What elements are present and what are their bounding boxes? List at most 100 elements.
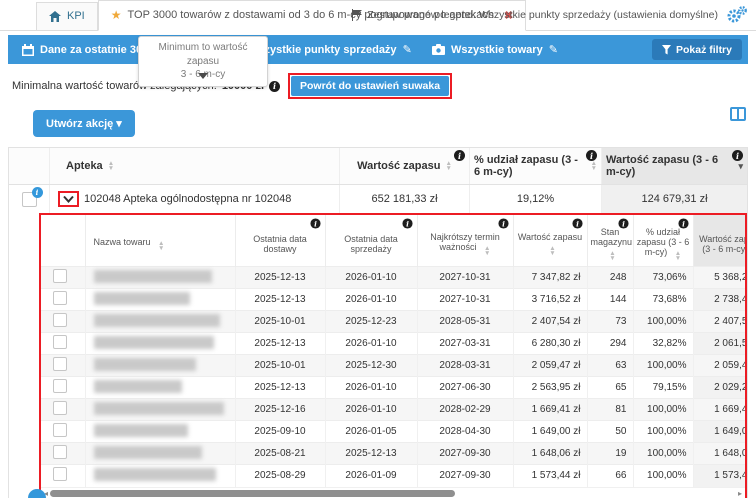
- col-stan-magazynu[interactable]: Stan magazynu ▲▼ i: [587, 215, 633, 267]
- col-apteka[interactable]: Apteka ▲▼: [49, 148, 339, 184]
- col-data-sprzedazy-label: Ostatnia data sprzedaży: [344, 234, 398, 254]
- row-checkbox-cell: [41, 311, 85, 333]
- products-label: Wszystkie towary: [451, 44, 543, 56]
- col-info-icon[interactable]: i: [586, 150, 597, 161]
- legend-thresholds: Zestaw progów legend: Wszystkie punkty s…: [351, 9, 718, 21]
- product-row[interactable]: 2025-10-01 2025-12-23 2028-05-31 2 407,5…: [41, 311, 745, 333]
- col-nazwa-towaru[interactable]: Nazwa towaru ▲▼: [85, 215, 235, 267]
- product-row[interactable]: 2025-12-16 2026-01-10 2028-02-29 1 669,4…: [41, 399, 745, 421]
- row-checkbox[interactable]: [53, 291, 67, 305]
- row-checkbox[interactable]: [53, 379, 67, 393]
- col-udzial-zapasu-label: % udział zapasu (3 - 6 m-cy): [474, 154, 586, 178]
- delivery-date: 2025-12-16: [235, 399, 325, 421]
- col-wartosc-zapasu-label: Wartość zapasu: [357, 160, 440, 172]
- stock-value-36: 2 061,50 zł: [693, 333, 745, 355]
- product-row[interactable]: 2025-12-13 2026-01-10 2027-10-31 3 716,5…: [41, 289, 745, 311]
- products-icon: [432, 44, 445, 55]
- stock-count: 81: [587, 399, 633, 421]
- scroll-right-icon[interactable]: ▸: [738, 490, 742, 498]
- col-info-icon[interactable]: i: [402, 218, 412, 228]
- stock-value: 1 649,00 zł: [513, 421, 587, 443]
- expiry-date: 2027-10-31: [417, 289, 513, 311]
- col-info-icon[interactable]: i: [732, 150, 743, 161]
- scrollbar-thumb[interactable]: [50, 490, 455, 497]
- settings-gears-icon[interactable]: [726, 5, 748, 25]
- stock-value-36: 2 059,47 zł: [693, 355, 745, 377]
- stock-value: 1 648,06 zł: [513, 443, 587, 465]
- product-name-cell: [85, 355, 235, 377]
- col-udzial-zapasu-label: % udział zapasu (3 - 6 m-cy): [637, 227, 690, 257]
- product-name-cell: [85, 465, 235, 487]
- chevron-down-icon[interactable]: [63, 195, 74, 203]
- row-checkbox[interactable]: [53, 467, 67, 481]
- row-info-badge[interactable]: i: [32, 187, 43, 198]
- edit-sales-points-icon[interactable]: ✎: [403, 43, 412, 56]
- product-name-redacted: [94, 468, 216, 481]
- sales-points-control[interactable]: Wszystkie punkty sprzedaży ✎: [248, 35, 412, 64]
- delivery-date: 2025-12-13: [235, 377, 325, 399]
- row-checkbox[interactable]: [53, 445, 67, 459]
- pharmacy-row[interactable]: i 102048 Apteka ogólnodostępna nr 102048…: [9, 185, 747, 213]
- products-control[interactable]: Wszystkie towary ✎: [432, 35, 558, 64]
- col-info-icon[interactable]: i: [572, 218, 582, 228]
- stock-value: 3 716,52 zł: [513, 289, 587, 311]
- col-info-icon[interactable]: i: [498, 218, 508, 228]
- show-filters-button[interactable]: Pokaż filtry: [652, 39, 742, 60]
- stock-value: 1 669,41 zł: [513, 399, 587, 421]
- flag-icon: [351, 9, 362, 21]
- row-checkbox[interactable]: [53, 269, 67, 283]
- product-row[interactable]: 2025-12-13 2026-01-10 2027-10-31 7 347,8…: [41, 267, 745, 289]
- product-row[interactable]: 2025-12-13 2026-01-10 2027-06-30 2 563,9…: [41, 377, 745, 399]
- pharmacy-checkbox[interactable]: i: [22, 192, 37, 207]
- col-data-sprzedazy[interactable]: Ostatnia data sprzedaży i: [325, 215, 417, 267]
- row-checkbox[interactable]: [53, 335, 67, 349]
- sort-icon: ▲▼: [158, 241, 164, 251]
- scrollbar-track[interactable]: [50, 490, 736, 497]
- row-checkbox[interactable]: [53, 401, 67, 415]
- legend-text: Zestaw progów legend: Wszystkie punkty s…: [367, 9, 718, 21]
- product-row[interactable]: 2025-12-13 2026-01-10 2027-03-31 6 280,3…: [41, 333, 745, 355]
- reset-slider-button[interactable]: Powrót do ustawień suwaka: [291, 76, 449, 96]
- column-settings-icon[interactable]: [730, 107, 746, 121]
- delivery-date: 2025-10-01: [235, 311, 325, 333]
- product-row[interactable]: 2025-09-10 2026-01-05 2028-04-30 1 649,0…: [41, 421, 745, 443]
- expiry-date: 2027-09-30: [417, 465, 513, 487]
- row-checkbox[interactable]: [53, 423, 67, 437]
- stock-value-36: 2 738,40 zł: [693, 289, 745, 311]
- col-termin-waznosci[interactable]: Najkrótszy termin ważności ▲▼ i: [417, 215, 513, 267]
- sale-date: 2026-01-05: [325, 421, 417, 443]
- product-row[interactable]: 2025-08-29 2026-01-09 2027-09-30 1 573,4…: [41, 465, 745, 487]
- col-info-icon[interactable]: i: [310, 218, 320, 228]
- favorite-star-icon[interactable]: ★: [111, 8, 122, 22]
- pharmacy-name: 102048 Apteka ogólnodostępna nr 102048: [84, 193, 291, 205]
- col-info-icon[interactable]: i: [454, 150, 465, 161]
- sale-date: 2026-01-10: [325, 377, 417, 399]
- product-row[interactable]: 2025-08-21 2025-12-13 2027-09-30 1 648,0…: [41, 443, 745, 465]
- tab-kpi[interactable]: KPI: [36, 2, 98, 30]
- product-name-redacted: [94, 336, 214, 349]
- row-checkbox[interactable]: [53, 357, 67, 371]
- expiry-date: 2027-09-30: [417, 443, 513, 465]
- col-wartosc-zapasu-36[interactable]: Wartość zapasu (3 - 6 m-cy) ▾ i: [601, 148, 747, 184]
- col-info-icon[interactable]: i: [618, 218, 628, 228]
- col-wartosc-zapasu[interactable]: Wartość zapasu ▲▼ i: [513, 215, 587, 267]
- sort-icon: ▲▼: [445, 161, 451, 171]
- horizontal-scrollbar[interactable]: ◂ ▸: [41, 487, 745, 498]
- col-data-dostawy[interactable]: Ostatnia data dostawy i: [235, 215, 325, 267]
- product-row[interactable]: 2025-10-01 2025-12-30 2028-03-31 2 059,4…: [41, 355, 745, 377]
- col-wartosc-zapasu[interactable]: Wartość zapasu ▲▼ i: [339, 148, 469, 184]
- col-udzial-zapasu[interactable]: % udział zapasu (3 - 6 m-cy) ▲▼ i: [633, 215, 693, 267]
- stock-value-36: 1 648,06 zł: [693, 443, 745, 465]
- stock-value: 2 563,95 zł: [513, 377, 587, 399]
- sort-icon: ▲▼: [675, 251, 681, 261]
- col-wartosc-zapasu-36[interactable]: Wartość zapasu (3 - 6 m-cy) ▾ i: [693, 215, 745, 267]
- edit-products-icon[interactable]: ✎: [549, 43, 558, 56]
- row-checkbox[interactable]: [53, 313, 67, 327]
- expiry-date: 2028-03-31: [417, 355, 513, 377]
- min-value-info-icon[interactable]: i: [269, 81, 280, 92]
- create-action-button[interactable]: Utwórz akcję ▾: [33, 110, 135, 137]
- col-udzial-zapasu[interactable]: % udział zapasu (3 - 6 m-cy) ▲▼ i: [469, 148, 601, 184]
- delivery-date: 2025-12-13: [235, 267, 325, 289]
- col-info-icon[interactable]: i: [678, 218, 688, 228]
- stock-count: 66: [587, 465, 633, 487]
